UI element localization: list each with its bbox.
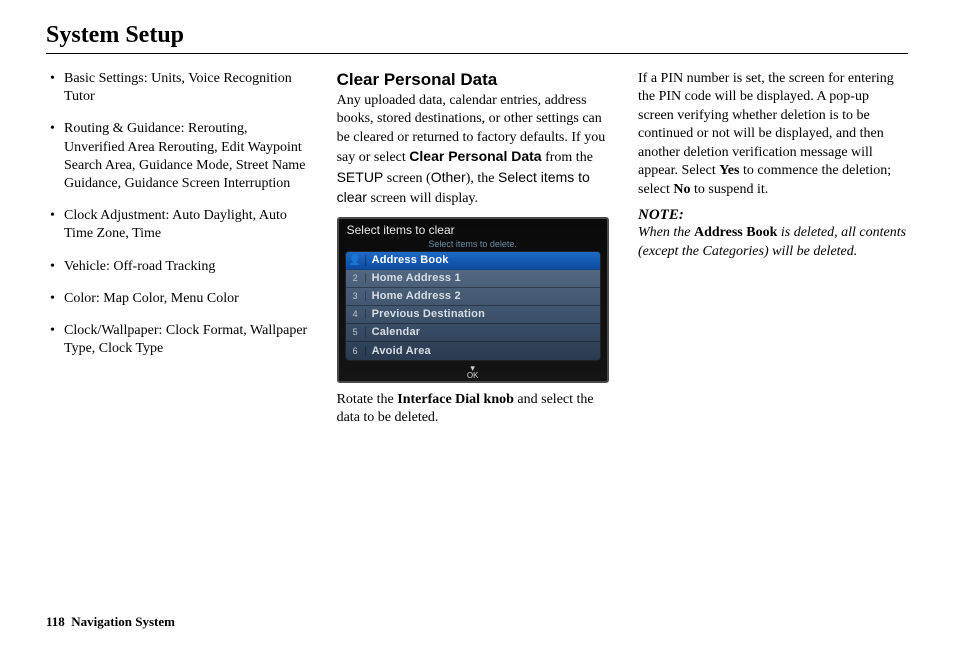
bullet-list: Basic Settings: Units, Voice Recognition… — [46, 70, 311, 358]
list-item[interactable]: 6 Avoid Area — [346, 342, 600, 360]
list-item: Color: Map Color, Menu Color — [50, 290, 311, 308]
footer-label: Navigation System — [71, 614, 175, 629]
item-number: 6 — [346, 346, 366, 356]
item-label: Home Address 2 — [366, 290, 461, 302]
text: screen will display. — [367, 191, 478, 206]
content-columns: Basic Settings: Units, Voice Recognition… — [46, 70, 908, 436]
ok-label: OK — [467, 371, 479, 380]
text: screen ( — [383, 171, 430, 186]
list-item[interactable]: 4 Previous Destination — [346, 306, 600, 324]
device-subtitle: Select items to delete. — [339, 239, 607, 251]
paragraph: If a PIN number is set, the screen for e… — [638, 70, 908, 199]
list-item[interactable]: 3 Home Address 2 — [346, 288, 600, 306]
list-item: Routing & Guidance: Rerouting, Unverifie… — [50, 120, 311, 193]
paragraph: Rotate the Interface Dial knob and selec… — [337, 391, 612, 428]
no-label: No — [673, 182, 690, 197]
interface-dial-label: Interface Dial knob — [397, 392, 514, 407]
text: Rotate the — [337, 392, 398, 407]
text: ), the — [466, 171, 498, 186]
list-item: Basic Settings: Units, Voice Recognition… — [50, 70, 311, 106]
list-item[interactable]: 👤 Address Book — [346, 252, 600, 270]
person-icon: 👤 — [346, 255, 366, 266]
device-list: 👤 Address Book 2 Home Address 1 3 Home A… — [345, 251, 601, 361]
clear-personal-data-label: Clear Personal Data — [409, 148, 541, 164]
item-number: 4 — [346, 309, 366, 319]
device-title: Select items to clear — [339, 219, 607, 239]
list-item[interactable]: 5 Calendar — [346, 324, 600, 342]
item-label: Previous Destination — [366, 308, 485, 320]
item-label: Calendar — [366, 326, 421, 338]
note-heading: NOTE: — [638, 207, 908, 224]
list-item: Clock Adjustment: Auto Daylight, Auto Ti… — [50, 207, 311, 243]
setup-label: SETUP — [337, 169, 384, 185]
text: When the — [638, 225, 694, 240]
item-number: 2 — [346, 273, 366, 283]
text: from the — [542, 150, 593, 165]
list-item: Vehicle: Off-road Tracking — [50, 258, 311, 276]
paragraph: Any uploaded data, calendar entries, add… — [337, 92, 612, 209]
address-book-label: Address Book — [694, 225, 777, 240]
item-label: Avoid Area — [366, 345, 431, 357]
column-2: Clear Personal Data Any uploaded data, c… — [337, 70, 612, 436]
list-item[interactable]: 2 Home Address 1 — [346, 270, 600, 288]
column-1: Basic Settings: Units, Voice Recognition… — [46, 70, 311, 436]
item-number: 3 — [346, 291, 366, 301]
list-item: Clock/Wallpaper: Clock Format, Wallpaper… — [50, 322, 311, 358]
note-text: When the Address Book is deleted, all co… — [638, 224, 908, 261]
text: to suspend it. — [691, 182, 769, 197]
device-screenshot: Select items to clear Select items to de… — [337, 217, 609, 383]
column-3: If a PIN number is set, the screen for e… — [638, 70, 908, 436]
other-label: Other — [431, 169, 466, 185]
yes-label: Yes — [719, 163, 739, 178]
page-footer: 118 Navigation System — [46, 614, 175, 630]
ok-indicator: ▾ OK — [339, 365, 607, 380]
page-number: 118 — [46, 614, 65, 629]
section-heading: Clear Personal Data — [337, 70, 612, 90]
item-label: Home Address 1 — [366, 272, 461, 284]
item-label: Address Book — [366, 254, 449, 266]
page-title: System Setup — [46, 22, 908, 54]
item-number: 5 — [346, 327, 366, 337]
